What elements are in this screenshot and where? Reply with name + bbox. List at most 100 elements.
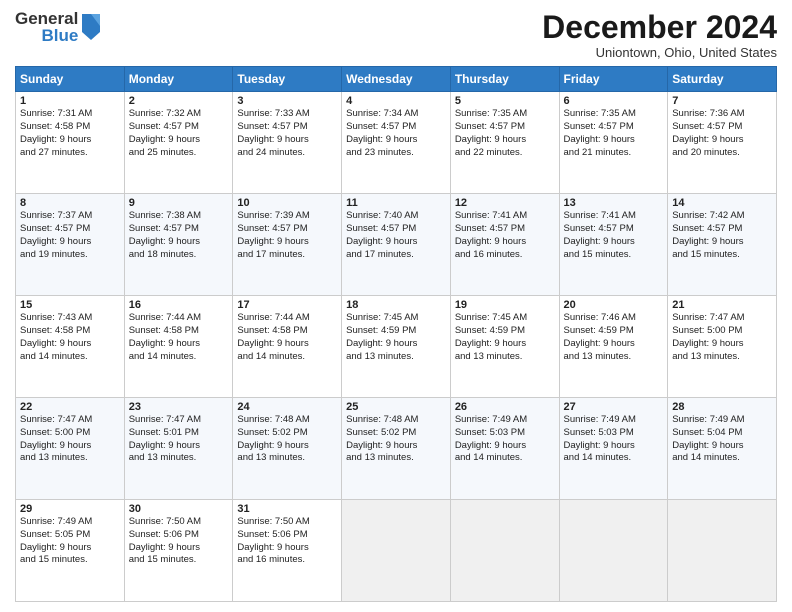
day-info: Sunrise: 7:39 AMSunset: 4:57 PMDaylight:… — [237, 210, 337, 261]
day-info: Sunrise: 7:49 AMSunset: 5:04 PMDaylight:… — [672, 414, 772, 465]
table-row: 15Sunrise: 7:43 AMSunset: 4:58 PMDayligh… — [16, 296, 125, 398]
table-row: 26Sunrise: 7:49 AMSunset: 5:03 PMDayligh… — [450, 398, 559, 500]
day-number: 1 — [20, 95, 120, 107]
header-thursday: Thursday — [450, 67, 559, 92]
table-row — [342, 500, 451, 602]
table-row: 31Sunrise: 7:50 AMSunset: 5:06 PMDayligh… — [233, 500, 342, 602]
table-row — [559, 500, 668, 602]
day-number: 31 — [237, 503, 337, 515]
table-row: 25Sunrise: 7:48 AMSunset: 5:02 PMDayligh… — [342, 398, 451, 500]
header-monday: Monday — [124, 67, 233, 92]
day-number: 23 — [129, 401, 229, 413]
day-number: 12 — [455, 197, 555, 209]
day-number: 30 — [129, 503, 229, 515]
day-number: 7 — [672, 95, 772, 107]
logo-blue: Blue — [41, 27, 78, 44]
day-info: Sunrise: 7:32 AMSunset: 4:57 PMDaylight:… — [129, 108, 229, 159]
table-row: 17Sunrise: 7:44 AMSunset: 4:58 PMDayligh… — [233, 296, 342, 398]
table-row: 28Sunrise: 7:49 AMSunset: 5:04 PMDayligh… — [668, 398, 777, 500]
day-info: Sunrise: 7:41 AMSunset: 4:57 PMDaylight:… — [455, 210, 555, 261]
day-info: Sunrise: 7:33 AMSunset: 4:57 PMDaylight:… — [237, 108, 337, 159]
day-info: Sunrise: 7:44 AMSunset: 4:58 PMDaylight:… — [237, 312, 337, 363]
day-number: 21 — [672, 299, 772, 311]
day-number: 19 — [455, 299, 555, 311]
table-row: 21Sunrise: 7:47 AMSunset: 5:00 PMDayligh… — [668, 296, 777, 398]
table-row: 2Sunrise: 7:32 AMSunset: 4:57 PMDaylight… — [124, 92, 233, 194]
day-info: Sunrise: 7:31 AMSunset: 4:58 PMDaylight:… — [20, 108, 120, 159]
header: General Blue December 2024 Uniontown, Oh… — [15, 10, 777, 60]
day-info: Sunrise: 7:36 AMSunset: 4:57 PMDaylight:… — [672, 108, 772, 159]
table-row: 18Sunrise: 7:45 AMSunset: 4:59 PMDayligh… — [342, 296, 451, 398]
header-friday: Friday — [559, 67, 668, 92]
day-number: 29 — [20, 503, 120, 515]
day-number: 5 — [455, 95, 555, 107]
day-info: Sunrise: 7:50 AMSunset: 5:06 PMDaylight:… — [237, 516, 337, 567]
table-row: 5Sunrise: 7:35 AMSunset: 4:57 PMDaylight… — [450, 92, 559, 194]
day-info: Sunrise: 7:47 AMSunset: 5:00 PMDaylight:… — [20, 414, 120, 465]
header-sunday: Sunday — [16, 67, 125, 92]
table-row: 23Sunrise: 7:47 AMSunset: 5:01 PMDayligh… — [124, 398, 233, 500]
day-number: 9 — [129, 197, 229, 209]
day-info: Sunrise: 7:48 AMSunset: 5:02 PMDaylight:… — [346, 414, 446, 465]
table-row: 14Sunrise: 7:42 AMSunset: 4:57 PMDayligh… — [668, 194, 777, 296]
day-info: Sunrise: 7:46 AMSunset: 4:59 PMDaylight:… — [564, 312, 664, 363]
table-row: 19Sunrise: 7:45 AMSunset: 4:59 PMDayligh… — [450, 296, 559, 398]
day-number: 25 — [346, 401, 446, 413]
table-row: 13Sunrise: 7:41 AMSunset: 4:57 PMDayligh… — [559, 194, 668, 296]
day-info: Sunrise: 7:45 AMSunset: 4:59 PMDaylight:… — [346, 312, 446, 363]
day-number: 4 — [346, 95, 446, 107]
day-info: Sunrise: 7:43 AMSunset: 4:58 PMDaylight:… — [20, 312, 120, 363]
day-info: Sunrise: 7:35 AMSunset: 4:57 PMDaylight:… — [564, 108, 664, 159]
day-number: 20 — [564, 299, 664, 311]
logo: General Blue — [15, 10, 102, 44]
table-row: 27Sunrise: 7:49 AMSunset: 5:03 PMDayligh… — [559, 398, 668, 500]
header-saturday: Saturday — [668, 67, 777, 92]
calendar-header-row: Sunday Monday Tuesday Wednesday Thursday… — [16, 67, 777, 92]
table-row: 11Sunrise: 7:40 AMSunset: 4:57 PMDayligh… — [342, 194, 451, 296]
table-row: 24Sunrise: 7:48 AMSunset: 5:02 PMDayligh… — [233, 398, 342, 500]
day-info: Sunrise: 7:41 AMSunset: 4:57 PMDaylight:… — [564, 210, 664, 261]
month-title: December 2024 — [542, 10, 777, 45]
day-number: 28 — [672, 401, 772, 413]
calendar-table: Sunday Monday Tuesday Wednesday Thursday… — [15, 66, 777, 602]
table-row: 8Sunrise: 7:37 AMSunset: 4:57 PMDaylight… — [16, 194, 125, 296]
table-row: 3Sunrise: 7:33 AMSunset: 4:57 PMDaylight… — [233, 92, 342, 194]
table-row — [668, 500, 777, 602]
day-info: Sunrise: 7:34 AMSunset: 4:57 PMDaylight:… — [346, 108, 446, 159]
day-number: 8 — [20, 197, 120, 209]
day-number: 22 — [20, 401, 120, 413]
day-number: 18 — [346, 299, 446, 311]
day-number: 15 — [20, 299, 120, 311]
day-info: Sunrise: 7:45 AMSunset: 4:59 PMDaylight:… — [455, 312, 555, 363]
day-info: Sunrise: 7:49 AMSunset: 5:03 PMDaylight:… — [564, 414, 664, 465]
day-number: 13 — [564, 197, 664, 209]
table-row: 4Sunrise: 7:34 AMSunset: 4:57 PMDaylight… — [342, 92, 451, 194]
table-row: 29Sunrise: 7:49 AMSunset: 5:05 PMDayligh… — [16, 500, 125, 602]
day-info: Sunrise: 7:47 AMSunset: 5:00 PMDaylight:… — [672, 312, 772, 363]
table-row: 16Sunrise: 7:44 AMSunset: 4:58 PMDayligh… — [124, 296, 233, 398]
day-info: Sunrise: 7:50 AMSunset: 5:06 PMDaylight:… — [129, 516, 229, 567]
title-block: December 2024 Uniontown, Ohio, United St… — [542, 10, 777, 60]
table-row: 12Sunrise: 7:41 AMSunset: 4:57 PMDayligh… — [450, 194, 559, 296]
day-info: Sunrise: 7:49 AMSunset: 5:05 PMDaylight:… — [20, 516, 120, 567]
day-number: 2 — [129, 95, 229, 107]
day-info: Sunrise: 7:38 AMSunset: 4:57 PMDaylight:… — [129, 210, 229, 261]
header-tuesday: Tuesday — [233, 67, 342, 92]
table-row: 30Sunrise: 7:50 AMSunset: 5:06 PMDayligh… — [124, 500, 233, 602]
day-info: Sunrise: 7:37 AMSunset: 4:57 PMDaylight:… — [20, 210, 120, 261]
day-info: Sunrise: 7:35 AMSunset: 4:57 PMDaylight:… — [455, 108, 555, 159]
header-wednesday: Wednesday — [342, 67, 451, 92]
table-row: 10Sunrise: 7:39 AMSunset: 4:57 PMDayligh… — [233, 194, 342, 296]
day-number: 16 — [129, 299, 229, 311]
table-row: 9Sunrise: 7:38 AMSunset: 4:57 PMDaylight… — [124, 194, 233, 296]
logo-general: General — [15, 10, 78, 27]
day-number: 10 — [237, 197, 337, 209]
table-row: 1Sunrise: 7:31 AMSunset: 4:58 PMDaylight… — [16, 92, 125, 194]
logo-icon — [80, 12, 102, 42]
day-info: Sunrise: 7:42 AMSunset: 4:57 PMDaylight:… — [672, 210, 772, 261]
day-number: 3 — [237, 95, 337, 107]
location: Uniontown, Ohio, United States — [542, 45, 777, 60]
day-info: Sunrise: 7:47 AMSunset: 5:01 PMDaylight:… — [129, 414, 229, 465]
day-info: Sunrise: 7:44 AMSunset: 4:58 PMDaylight:… — [129, 312, 229, 363]
day-number: 26 — [455, 401, 555, 413]
